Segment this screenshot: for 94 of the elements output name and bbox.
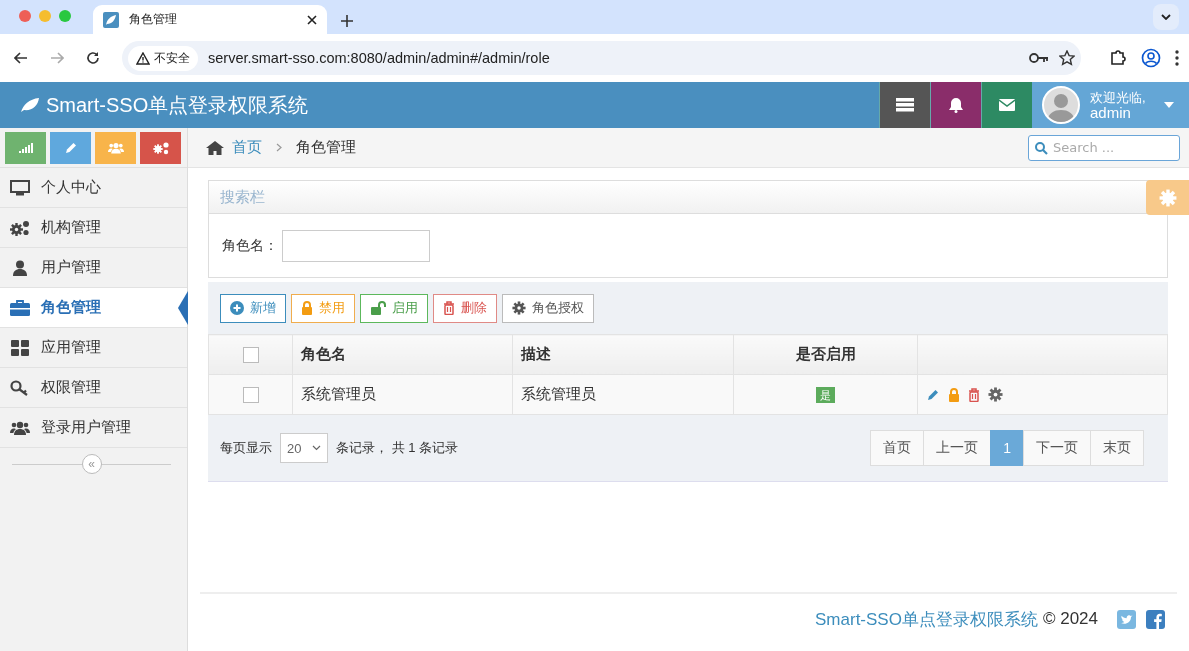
pencil-icon[interactable]: [926, 387, 940, 402]
monitor-icon: [10, 179, 30, 196]
pencil-icon[interactable]: [63, 141, 78, 155]
table-header-cell: 描述: [512, 334, 734, 375]
search-icon: [1035, 141, 1048, 155]
panel-title: 搜索栏: [220, 187, 265, 207]
status-badge: 是: [816, 387, 835, 403]
page-button[interactable]: 末页: [1090, 430, 1144, 466]
minimize-window-dot[interactable]: [39, 10, 51, 22]
copyright: © 2024: [1042, 609, 1098, 629]
address-bar-url[interactable]: server.smart-sso.com:8080/admin/admin#/admin/role: [208, 50, 1019, 66]
page-button[interactable]: 下一页: [1023, 430, 1091, 466]
shortcut-button[interactable]: [140, 132, 181, 164]
greeting: 欢迎光临,: [1090, 90, 1146, 105]
search-field[interactable]: Search ...: [1028, 134, 1180, 161]
shortcut-button[interactable]: [50, 132, 91, 164]
back-icon[interactable]: [14, 52, 28, 64]
app-title[interactable]: Smart-SSO单点登录权限系统: [46, 91, 309, 119]
chevron-down-icon: [312, 445, 321, 451]
toolbar-button[interactable]: 新增: [220, 293, 286, 323]
reload-icon[interactable]: [86, 51, 100, 65]
puzzle-icon[interactable]: [1109, 49, 1127, 67]
key-icon: [10, 379, 30, 396]
forward-icon[interactable]: [50, 52, 64, 64]
caret-icon: [1163, 102, 1174, 108]
page-size-select[interactable]: 20: [280, 433, 328, 463]
close-window-dot[interactable]: [19, 10, 31, 22]
field-label: 角色名：: [222, 236, 278, 255]
menu-icon[interactable]: [1175, 50, 1179, 66]
security-chip[interactable]: 不安全: [128, 45, 198, 71]
toolbar-button[interactable]: 启用: [360, 293, 428, 323]
table-cell: 系统管理员: [292, 374, 513, 415]
key-icon[interactable]: [1029, 52, 1049, 64]
checkbox[interactable]: [242, 346, 259, 363]
gears-icon: [10, 219, 30, 236]
footer-link[interactable]: Smart-SSO单点登录权限系统: [815, 607, 1038, 631]
users-icon: [107, 140, 124, 156]
table-cell: 系统管理员: [512, 374, 734, 415]
server-icon: [896, 98, 914, 112]
leaf-icon: [103, 11, 119, 28]
nav-item[interactable]: 登录用户管理: [0, 408, 187, 448]
lock-icon: [301, 301, 313, 315]
nav-item[interactable]: 应用管理: [0, 328, 187, 368]
tab-list-button[interactable]: [1153, 4, 1179, 30]
table-header-cell: 角色名: [292, 334, 513, 375]
warning-icon: [136, 51, 150, 65]
nav-item[interactable]: 个人中心: [0, 168, 187, 208]
page-button[interactable]: 上一页: [923, 430, 992, 466]
new-tab-icon[interactable]: [341, 15, 353, 27]
chevron-right-icon: [276, 143, 282, 152]
breadcrumb-current: 角色管理: [296, 138, 356, 157]
checkbox[interactable]: [242, 386, 259, 403]
home-icon: [206, 140, 224, 155]
nav-item[interactable]: 权限管理: [0, 368, 187, 408]
avatar: [1042, 86, 1080, 124]
trash-icon: [968, 387, 980, 402]
chevron-down-icon: [1161, 14, 1171, 20]
star-icon[interactable]: [1059, 50, 1075, 66]
briefcase-icon: [10, 299, 30, 316]
facebook-icon[interactable]: [1146, 609, 1165, 629]
leaf-icon: [20, 97, 40, 113]
tasks-button[interactable]: [879, 82, 930, 128]
unlock-icon: [370, 301, 386, 315]
browser-tab[interactable]: 角色管理: [93, 5, 327, 34]
toolbar-button[interactable]: 删除: [433, 293, 497, 323]
gear-icon: [152, 144, 163, 154]
toolbar-button[interactable]: 角色授权: [502, 293, 594, 323]
add-icon: [230, 301, 244, 315]
trash-icon: [443, 301, 455, 315]
close-icon[interactable]: [307, 14, 317, 25]
settings-icon: [1158, 188, 1177, 207]
profile-icon[interactable]: [1141, 48, 1161, 68]
breadcrumb-link[interactable]: 首页: [232, 138, 262, 157]
page-size-label: 每页显示: [220, 439, 272, 457]
twitter-icon[interactable]: [1117, 609, 1136, 629]
signal-icon: [18, 143, 33, 153]
messages-button[interactable]: [981, 82, 1032, 128]
records-summary: 条记录， 共 1 条记录: [336, 439, 459, 457]
page-button[interactable]: 首页: [870, 430, 925, 466]
gear-icon: [512, 301, 526, 315]
nav-item[interactable]: 角色管理: [0, 288, 187, 328]
lock-icon: [948, 387, 960, 402]
maximize-window-dot[interactable]: [59, 10, 71, 22]
envelope-icon: [999, 99, 1015, 111]
bell-icon: [948, 97, 964, 113]
gear-icon: [988, 387, 1003, 402]
grid-icon: [10, 339, 30, 356]
username: admin: [1090, 105, 1132, 120]
nav-item[interactable]: 机构管理: [0, 208, 187, 248]
shortcut-button[interactable]: [5, 132, 46, 164]
input-field[interactable]: [282, 229, 430, 262]
notifications-button[interactable]: [930, 82, 981, 128]
table-header-cell: 是否启用: [733, 334, 918, 375]
user-icon: [10, 259, 30, 276]
